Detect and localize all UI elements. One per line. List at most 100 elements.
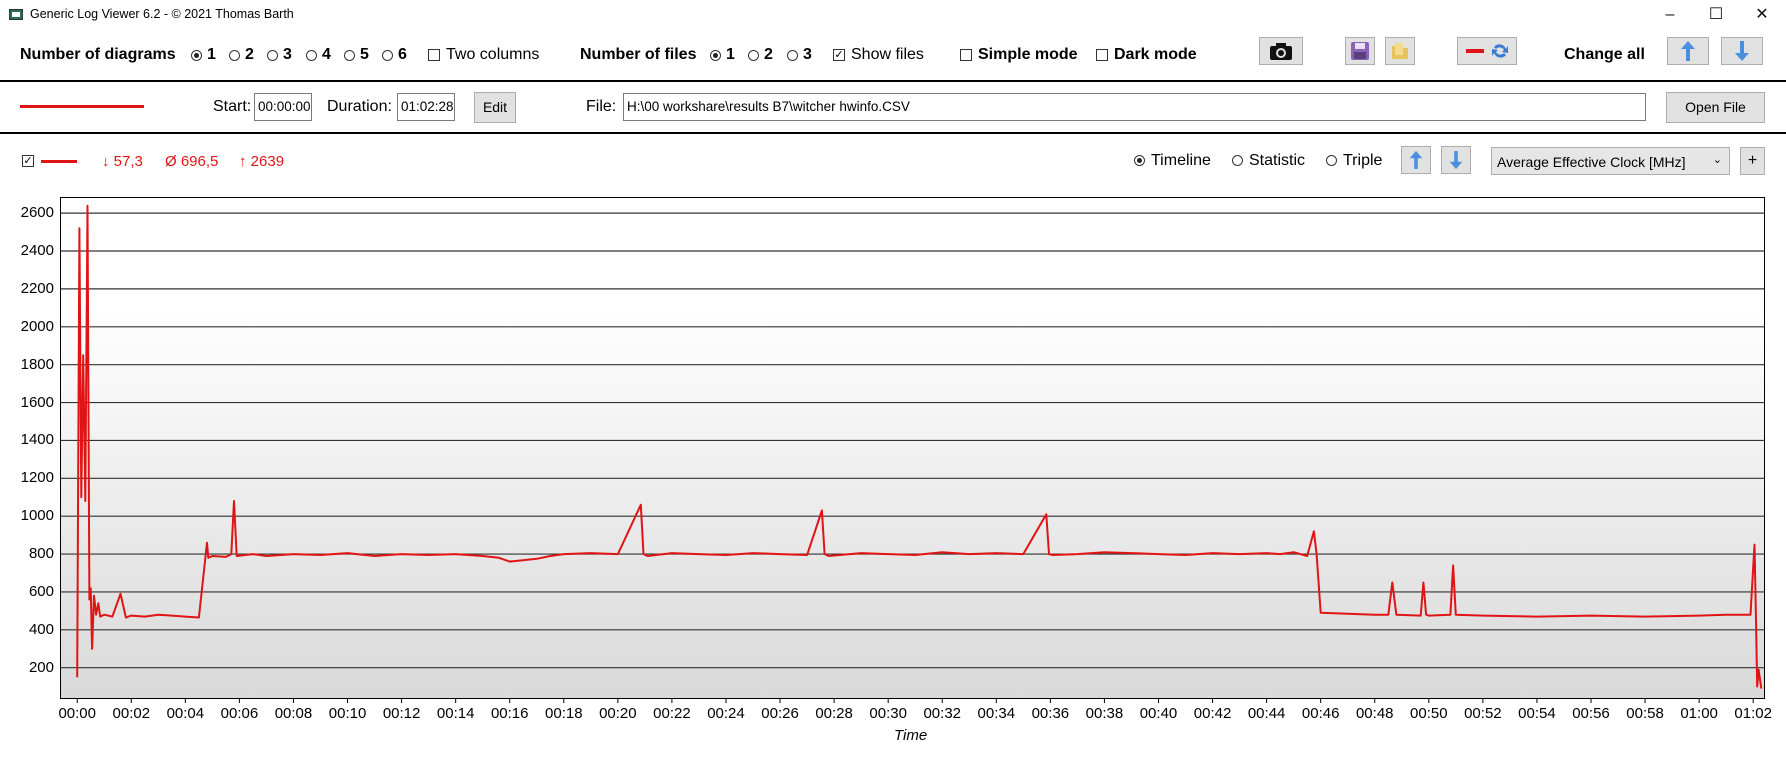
mode-radio-statistic[interactable]	[1232, 155, 1243, 166]
simple-mode-checkbox[interactable]	[960, 49, 972, 61]
options-toolbar: Number of diagrams 1 2 3 4 5 6 Two colum…	[0, 30, 1786, 82]
save-icon	[1351, 42, 1369, 60]
edit-button[interactable]: Edit	[474, 92, 516, 123]
mode-label-statistic: Statistic	[1249, 152, 1306, 169]
files-label: Number of files	[580, 46, 697, 63]
x-tick-label: 00:06	[220, 705, 259, 722]
diagrams-radio-1[interactable]	[191, 50, 202, 61]
files-option-2: 2	[764, 46, 773, 63]
two-columns-checkbox[interactable]	[428, 49, 440, 61]
chevron-down-icon: ⌄	[1712, 154, 1722, 166]
start-label: Start:	[213, 98, 252, 115]
files-radio-2[interactable]	[748, 50, 759, 61]
dark-mode-checkbox[interactable]	[1096, 49, 1108, 61]
close-button[interactable]: ✕	[1739, 0, 1785, 30]
arrow-up-icon	[1681, 41, 1695, 61]
y-tick-label: 1600	[20, 393, 54, 411]
y-tick-label: 1800	[20, 355, 54, 373]
x-tick-label: 00:18	[545, 705, 583, 722]
duration-field[interactable]: 01:02:28	[397, 93, 455, 121]
x-tick-label: 00:42	[1193, 705, 1232, 722]
diagrams-radio-6[interactable]	[382, 50, 393, 61]
x-tick-label: 00:58	[1626, 705, 1664, 722]
add-series-button[interactable]: +	[1740, 147, 1765, 175]
color-swap-icon	[1466, 44, 1508, 58]
window-title: Generic Log Viewer 6.2 - © 2021 Thomas B…	[30, 7, 294, 21]
file-path-field[interactable]: H:\00 workshare\results B7\witcher hwinf…	[623, 93, 1646, 121]
y-tick-label: 2200	[20, 279, 54, 297]
duration-label: Duration:	[327, 98, 392, 115]
diagrams-radio-5[interactable]	[344, 50, 355, 61]
screenshot-button[interactable]	[1259, 37, 1303, 65]
diagrams-radio-4[interactable]	[306, 50, 317, 61]
file-label: File:	[586, 98, 617, 115]
y-tick-label: 2000	[20, 317, 54, 335]
mode-label-triple: Triple	[1343, 152, 1383, 169]
diagrams-radio-2[interactable]	[229, 50, 240, 61]
mode-radio-triple[interactable]	[1326, 155, 1337, 166]
y-tick-label: 800	[28, 545, 54, 563]
metric-select[interactable]: Average Effective Clock [MHz] ⌄	[1491, 147, 1730, 175]
color-refresh-button[interactable]	[1457, 37, 1517, 65]
x-tick-label: 00:14	[436, 705, 475, 722]
x-tick-label: 00:22	[653, 705, 691, 722]
dark-mode-label: Dark mode	[1114, 46, 1197, 63]
file-toolbar: Start: 00:00:00 Duration: 01:02:28 Edit …	[0, 82, 1786, 134]
show-files-label: Show files	[851, 46, 924, 63]
series-visible-checkbox[interactable]: ✓	[22, 155, 34, 167]
minimize-button[interactable]: –	[1647, 0, 1693, 30]
move-diagram-down-button[interactable]	[1441, 146, 1471, 174]
diagrams-radio-3[interactable]	[267, 50, 278, 61]
series-color-swatch[interactable]	[41, 160, 77, 163]
y-tick-label: 2400	[20, 242, 54, 260]
diagrams-option-5: 5	[360, 46, 369, 63]
simple-mode-label: Simple mode	[978, 46, 1078, 63]
files-option-3: 3	[803, 46, 812, 63]
line-color-swatch[interactable]	[20, 105, 144, 108]
x-axis-title: Time	[894, 727, 928, 744]
open-folder-button[interactable]	[1385, 37, 1415, 65]
x-tick-label: 00:44	[1247, 705, 1286, 722]
folder-icon	[1392, 43, 1408, 59]
x-tick-label: 00:10	[328, 705, 367, 722]
x-tick-label: 00:26	[761, 705, 799, 722]
camera-icon	[1270, 43, 1292, 60]
move-all-down-button[interactable]	[1721, 37, 1763, 65]
series-min: ↓ 57,3	[102, 153, 143, 170]
save-button[interactable]	[1345, 37, 1375, 65]
show-files-checkbox[interactable]: ✓	[833, 49, 845, 61]
two-columns-label: Two columns	[446, 46, 540, 63]
x-tick-label: 00:46	[1301, 705, 1340, 722]
diagrams-option-4: 4	[322, 46, 331, 63]
files-option-1: 1	[726, 46, 735, 63]
y-tick-label: 1000	[20, 507, 54, 525]
start-field[interactable]: 00:00:00	[254, 93, 312, 121]
app-icon	[9, 9, 23, 20]
maximize-button[interactable]: ☐	[1693, 0, 1739, 30]
x-tick-label: 00:56	[1572, 705, 1610, 722]
x-tick-label: 00:04	[166, 705, 205, 722]
series-avg: Ø 696,5	[165, 153, 219, 170]
move-diagram-up-button[interactable]	[1401, 146, 1431, 174]
arrow-down-icon	[1449, 151, 1463, 169]
x-tick-label: 00:38	[1085, 705, 1124, 722]
x-tick-label: 00:28	[815, 705, 853, 722]
x-tick-label: 00:34	[977, 705, 1016, 722]
x-tick-label: 00:48	[1355, 705, 1394, 722]
title-bar: Generic Log Viewer 6.2 - © 2021 Thomas B…	[0, 0, 1786, 31]
mode-radio-timeline[interactable]	[1134, 155, 1145, 166]
diagrams-option-1: 1	[207, 46, 216, 63]
diagrams-option-6: 6	[398, 46, 407, 63]
files-radio-1[interactable]	[710, 50, 721, 61]
x-tick-label: 00:54	[1518, 705, 1556, 722]
series-max: ↑ 2639	[239, 153, 285, 170]
x-tick-label: 00:32	[923, 705, 962, 722]
x-tick-label: 00:24	[707, 705, 745, 722]
x-tick-label: 00:00	[58, 705, 96, 722]
x-tick-label: 00:02	[112, 705, 151, 722]
files-radio-3[interactable]	[787, 50, 798, 61]
open-file-button[interactable]: Open File	[1666, 92, 1765, 123]
move-all-up-button[interactable]	[1667, 37, 1709, 65]
arrow-up-icon	[1409, 151, 1423, 169]
x-tick-label: 01:02	[1734, 705, 1772, 722]
